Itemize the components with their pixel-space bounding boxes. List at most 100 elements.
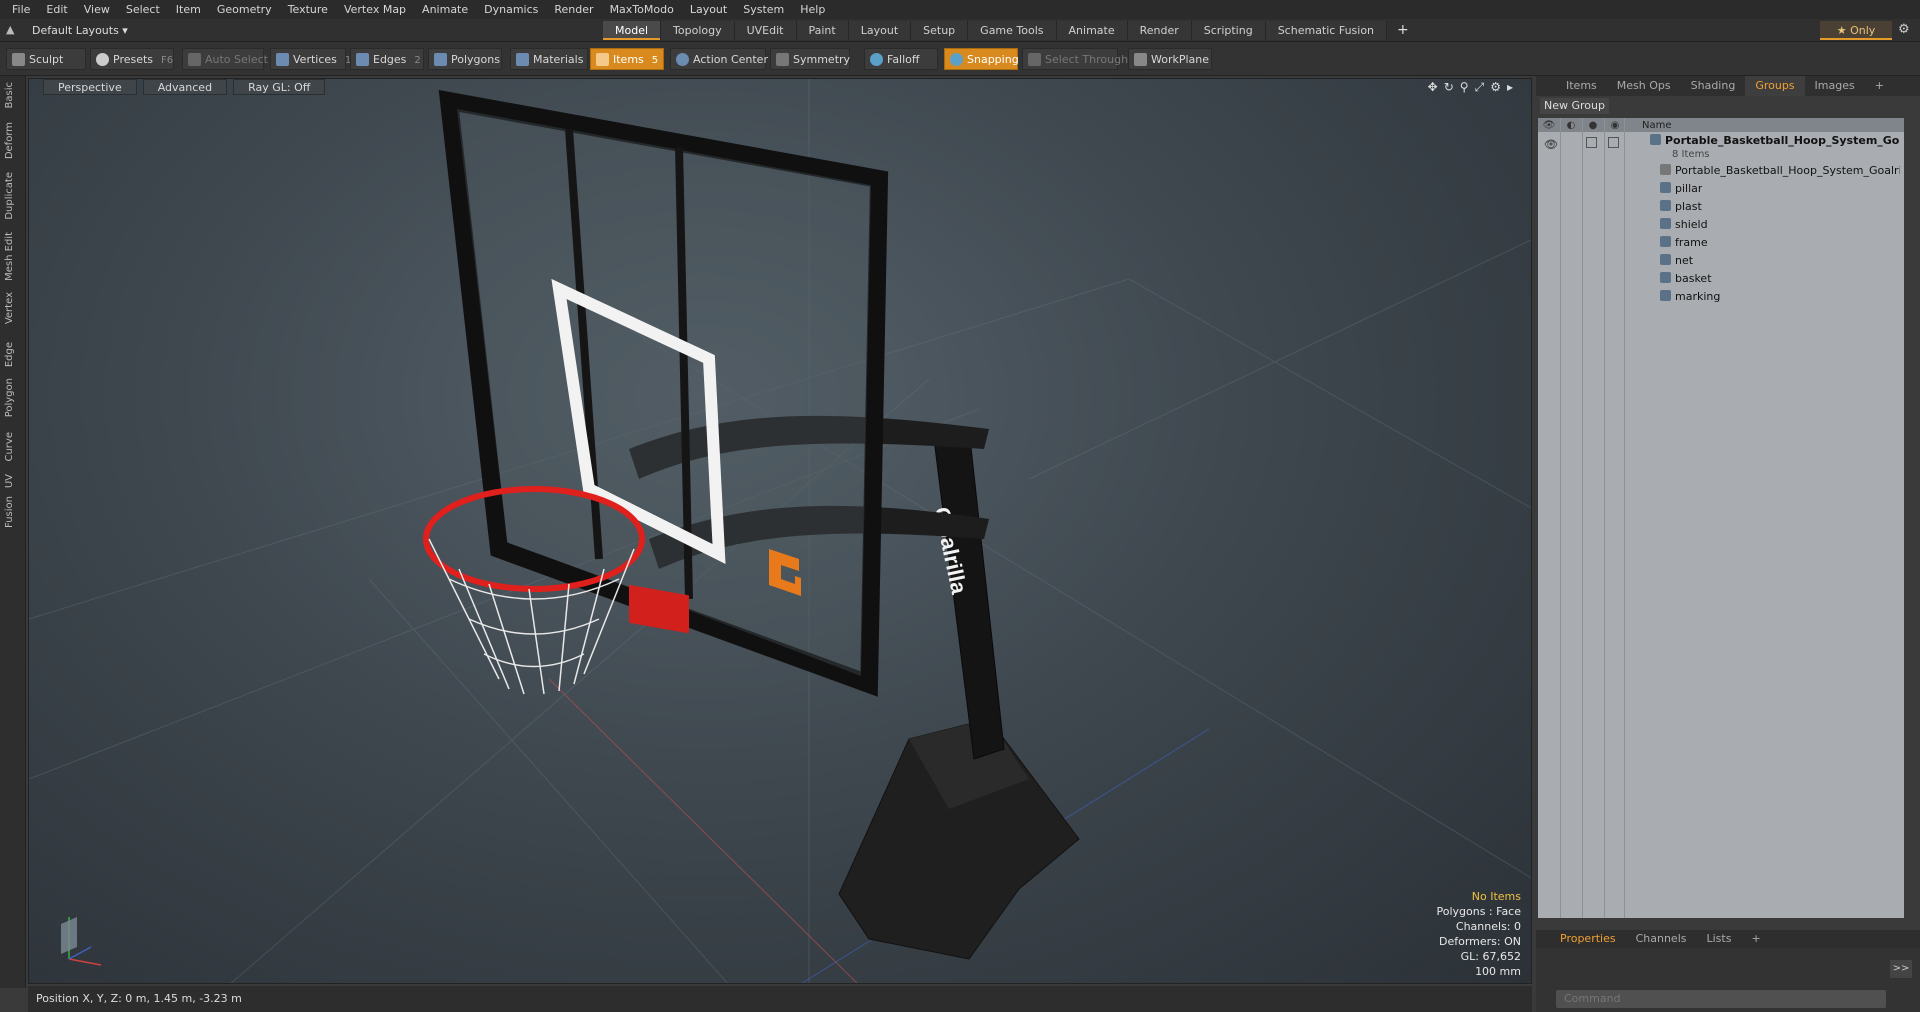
- materials-button[interactable]: Materials: [510, 48, 588, 70]
- menu-help[interactable]: Help: [792, 0, 833, 19]
- list-item[interactable]: plast: [1538, 198, 1904, 216]
- vtab-duplicate[interactable]: Duplicate: [4, 172, 20, 220]
- command-input[interactable]: [1556, 990, 1886, 1008]
- tab-lists[interactable]: Lists: [1697, 930, 1742, 948]
- group-row-root[interactable]: 👁 Portable_Basketball_Hoop_System_Go... …: [1538, 132, 1904, 162]
- vtab-edge[interactable]: Edge: [4, 342, 20, 367]
- list-item[interactable]: net: [1538, 252, 1904, 270]
- visibility-col-icon[interactable]: 👁: [1538, 120, 1560, 131]
- mesh-icon: [1660, 218, 1671, 229]
- shading-dropdown[interactable]: Advanced: [142, 79, 228, 95]
- tab-uvedit[interactable]: UVEdit: [734, 21, 797, 40]
- lock-checkbox[interactable]: [1586, 137, 1597, 148]
- edges-button[interactable]: Edges 2: [350, 48, 424, 70]
- symmetry-button[interactable]: Symmetry: [770, 48, 850, 70]
- tab-properties[interactable]: Properties: [1550, 930, 1626, 948]
- menu-system[interactable]: System: [735, 0, 792, 19]
- auto-select-button[interactable]: Auto Select: [182, 48, 268, 70]
- vtab-curve[interactable]: Curve: [4, 432, 20, 462]
- tab-model[interactable]: Model: [603, 21, 662, 40]
- tab-setup[interactable]: Setup: [911, 21, 969, 40]
- expand-button[interactable]: >>: [1890, 960, 1912, 978]
- menu-animate[interactable]: Animate: [414, 0, 476, 19]
- list-item[interactable]: shield: [1538, 216, 1904, 234]
- vtab-deform[interactable]: Deform: [4, 122, 20, 159]
- left-tool-strip: Basic Deform Duplicate Mesh Edit Vertex …: [0, 76, 26, 988]
- tab-layout[interactable]: Layout: [848, 21, 912, 40]
- tab-shading[interactable]: Shading: [1681, 76, 1746, 96]
- view-dropdown[interactable]: Perspective: [43, 79, 137, 95]
- add-tab-icon[interactable]: +: [1387, 21, 1419, 40]
- menu-item[interactable]: Item: [168, 0, 209, 19]
- select-through-button[interactable]: Select Through: [1022, 48, 1128, 70]
- add-bottom-tab-icon[interactable]: +: [1741, 930, 1770, 948]
- menu-file[interactable]: File: [4, 0, 38, 19]
- list-item[interactable]: Portable_Basketball_Hoop_System_Goalrill…: [1538, 162, 1904, 180]
- tab-channels[interactable]: Channels: [1626, 930, 1697, 948]
- action-center-button[interactable]: Action Center: [670, 48, 768, 70]
- mesh-icon: [1660, 272, 1671, 283]
- menu-dynamics[interactable]: Dynamics: [476, 0, 546, 19]
- select-col-icon[interactable]: ◉: [1604, 120, 1626, 131]
- tab-animate[interactable]: Animate: [1056, 21, 1128, 40]
- vtab-vertex[interactable]: Vertex: [4, 292, 20, 324]
- vtab-fusion[interactable]: Fusion: [4, 496, 20, 528]
- menu-render[interactable]: Render: [546, 0, 601, 19]
- tab-topology[interactable]: Topology: [661, 21, 735, 40]
- menu-layout[interactable]: Layout: [682, 0, 735, 19]
- collapse-arrow-icon[interactable]: ▲: [6, 23, 20, 37]
- eye-icon[interactable]: 👁: [1544, 136, 1558, 154]
- list-item[interactable]: basket: [1538, 270, 1904, 288]
- viewport-settings-icon[interactable]: ⚙: [1490, 80, 1501, 95]
- menu-view[interactable]: View: [76, 0, 118, 19]
- tab-items[interactable]: Items: [1556, 76, 1607, 96]
- tab-game-tools[interactable]: Game Tools: [968, 21, 1057, 40]
- vtab-polygon[interactable]: Polygon: [4, 378, 20, 417]
- tab-paint[interactable]: Paint: [796, 21, 849, 40]
- lock-col-icon[interactable]: ●: [1582, 120, 1604, 131]
- locator-icon: [1660, 164, 1671, 175]
- viewport-menu-arrow-icon[interactable]: ▸: [1507, 80, 1513, 95]
- tab-scripting[interactable]: Scripting: [1191, 21, 1266, 40]
- pan-icon[interactable]: ✥: [1428, 80, 1438, 95]
- list-item[interactable]: frame: [1538, 234, 1904, 252]
- fit-icon[interactable]: ⤢: [1475, 80, 1485, 95]
- vtab-mesh-edit[interactable]: Mesh Edit: [4, 232, 20, 281]
- tab-schematic-fusion[interactable]: Schematic Fusion: [1265, 21, 1388, 40]
- new-group-button[interactable]: New Group: [1540, 98, 1609, 114]
- list-item[interactable]: marking: [1538, 288, 1904, 306]
- add-panel-tab-icon[interactable]: +: [1865, 76, 1894, 96]
- tab-images[interactable]: Images: [1805, 76, 1865, 96]
- menu-select[interactable]: Select: [118, 0, 168, 19]
- presets-button[interactable]: Presets F6: [90, 48, 174, 70]
- items-button[interactable]: Items 5: [590, 48, 664, 70]
- tab-render[interactable]: Render: [1127, 21, 1192, 40]
- tab-groups[interactable]: Groups: [1745, 76, 1805, 96]
- menu-edit[interactable]: Edit: [38, 0, 75, 19]
- select-checkbox[interactable]: [1608, 137, 1619, 148]
- tab-mesh-ops[interactable]: Mesh Ops: [1607, 76, 1681, 96]
- layout-dropdown[interactable]: Default Layouts ▾: [32, 19, 128, 42]
- list-item[interactable]: pillar: [1538, 180, 1904, 198]
- 3d-viewport[interactable]: Goalrilla Perspective Advanced Ray GL: O…: [28, 78, 1532, 984]
- falloff-button[interactable]: Falloff: [864, 48, 938, 70]
- menu-texture[interactable]: Texture: [280, 0, 336, 19]
- polygons-button[interactable]: Polygons: [428, 48, 502, 70]
- menu-geometry[interactable]: Geometry: [209, 0, 280, 19]
- zoom-icon[interactable]: ⚲: [1460, 80, 1469, 95]
- menu-maxtomodo[interactable]: MaxToModo: [602, 0, 682, 19]
- vtab-basic[interactable]: Basic: [4, 82, 20, 108]
- gear-icon[interactable]: ⚙: [1898, 22, 1910, 37]
- vtab-uv[interactable]: UV: [4, 474, 20, 488]
- name-column-header[interactable]: Name: [1642, 120, 1672, 131]
- rotate-icon[interactable]: ↻: [1444, 80, 1454, 95]
- only-button[interactable]: ★ Only: [1820, 21, 1892, 40]
- snapping-button[interactable]: Snapping: [944, 48, 1019, 70]
- raygl-toggle[interactable]: Ray GL: Off: [233, 79, 326, 95]
- toolbar: Sculpt Presets F6 Auto Select Vertices 1 E…: [0, 42, 1920, 76]
- workplane-button[interactable]: WorkPlane: [1128, 48, 1212, 70]
- vertices-button[interactable]: Vertices 1: [270, 48, 351, 70]
- menu-vertex-map[interactable]: Vertex Map: [336, 0, 414, 19]
- sculpt-button[interactable]: Sculpt: [6, 48, 86, 70]
- render-col-icon[interactable]: ◐: [1560, 120, 1582, 131]
